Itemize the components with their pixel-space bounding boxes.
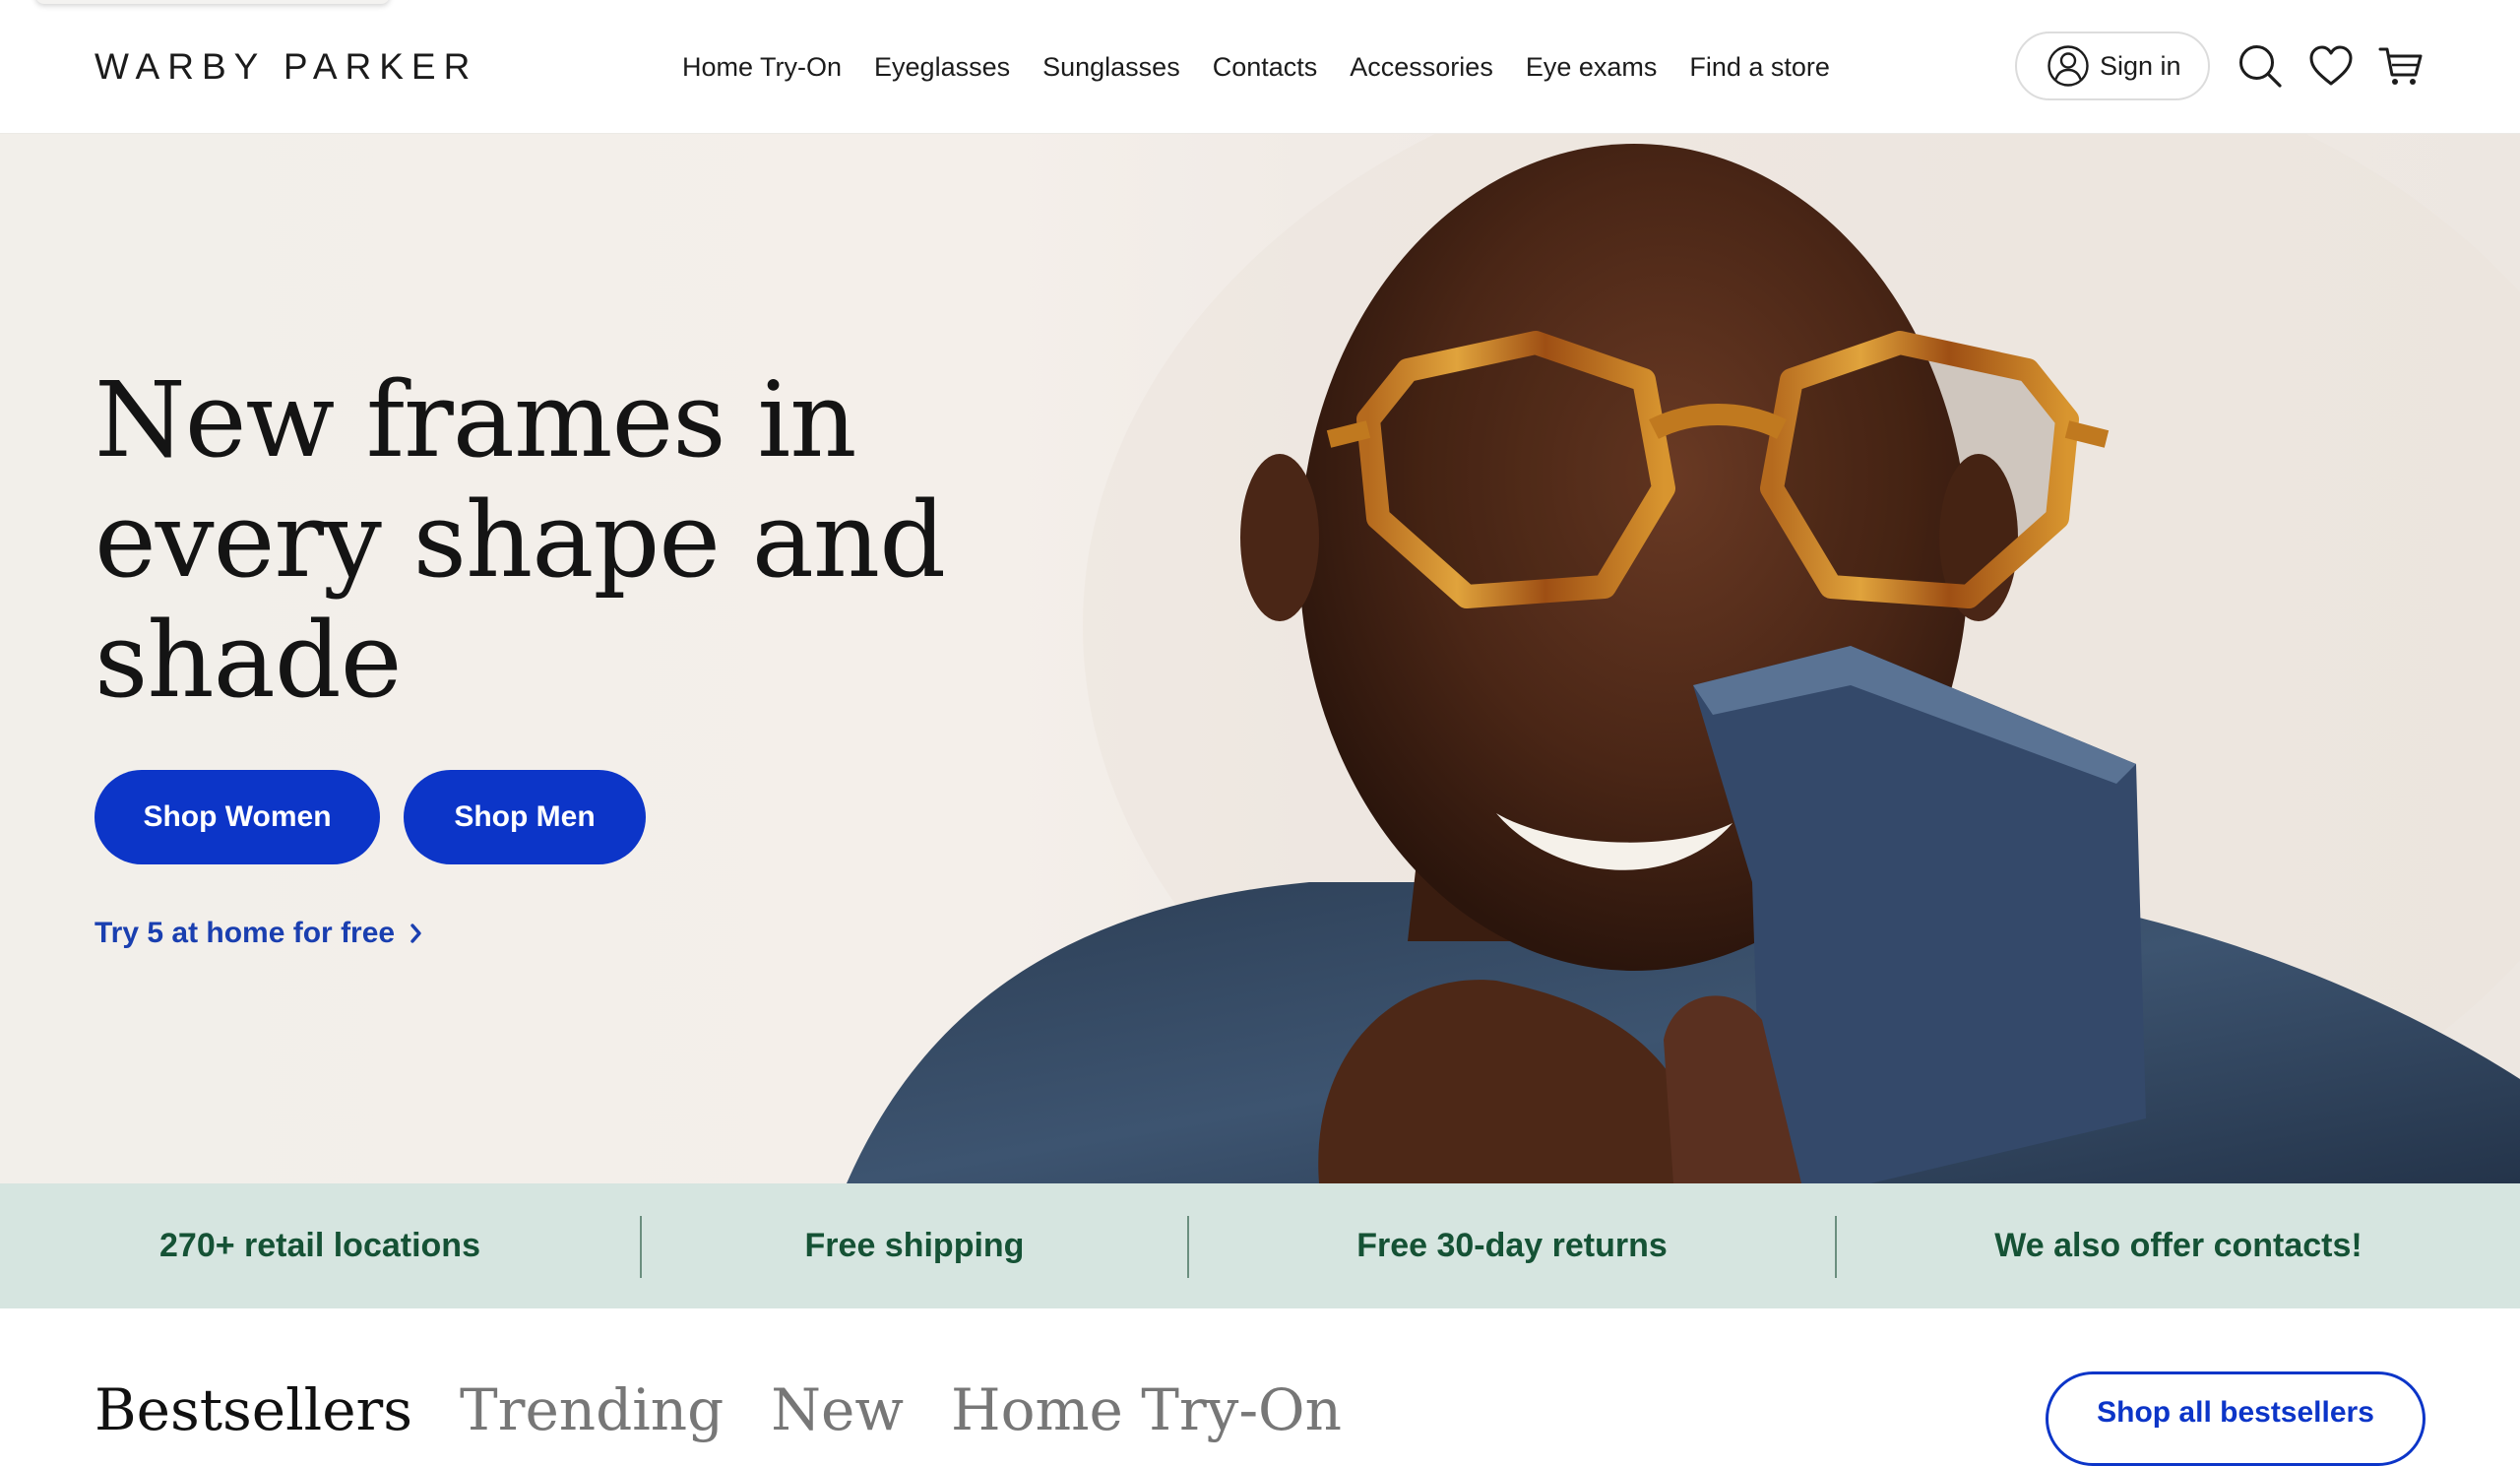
warby-parker-logo[interactable]: WARBY PARKER — [94, 39, 477, 95]
chevron-right-icon — [410, 924, 421, 943]
shop-women-button[interactable]: Shop Women — [94, 770, 380, 864]
nav-sunglasses[interactable]: Sunglasses — [1042, 52, 1180, 83]
user-icon — [2048, 45, 2089, 87]
nav-eyeglasses[interactable]: Eyeglasses — [874, 52, 1010, 83]
tab-bestsellers[interactable]: Bestsellers — [94, 1376, 412, 1443]
feature-free-returns[interactable]: Free 30-day returns — [1189, 1183, 1835, 1308]
nav-find-a-store[interactable]: Find a store — [1689, 52, 1830, 83]
feature-free-shipping[interactable]: Free shipping — [642, 1183, 1187, 1308]
tab-home-try-on[interactable]: Home Try-On — [951, 1376, 1342, 1443]
feature-contacts[interactable]: We also offer contacts! — [1837, 1183, 2520, 1308]
nav-eye-exams[interactable]: Eye exams — [1526, 52, 1658, 83]
shop-all-bestsellers-button[interactable]: Shop all bestsellers — [2046, 1371, 2426, 1466]
search-icon[interactable] — [2237, 43, 2283, 89]
features-strip: 270+ retail locations Free shipping Free… — [0, 1183, 2520, 1308]
heart-icon[interactable] — [2308, 43, 2354, 89]
cart-icon[interactable] — [2378, 43, 2424, 89]
try-at-home-link[interactable]: Try 5 at home for free — [94, 912, 424, 955]
feature-retail-locations[interactable]: 270+ retail locations — [0, 1183, 640, 1308]
try-at-home-label: Try 5 at home for free — [94, 917, 396, 949]
nav-home-try-on[interactable]: Home Try-On — [682, 52, 842, 83]
tab-trending[interactable]: Trending — [460, 1376, 724, 1443]
hero-title: New frames in every shape and shade — [94, 359, 946, 721]
sign-in-button[interactable]: Sign in — [2015, 32, 2210, 100]
site-header: WARBY PARKER Home Try-On Eyeglasses Sung… — [0, 0, 2520, 134]
nav-accessories[interactable]: Accessories — [1350, 52, 1493, 83]
tab-new[interactable]: New — [771, 1376, 904, 1443]
main-nav: Home Try-On Eyeglasses Sunglasses Contac… — [682, 39, 1862, 95]
product-tabs: Bestsellers Trending New Home Try-On — [94, 1376, 1389, 1455]
nav-contacts[interactable]: Contacts — [1213, 52, 1318, 83]
top-notification-pill — [35, 0, 390, 4]
hero-banner: New frames in every shape and shade Shop… — [0, 134, 2520, 1183]
shop-men-button[interactable]: Shop Men — [404, 770, 646, 864]
sign-in-label: Sign in — [2100, 50, 2181, 81]
